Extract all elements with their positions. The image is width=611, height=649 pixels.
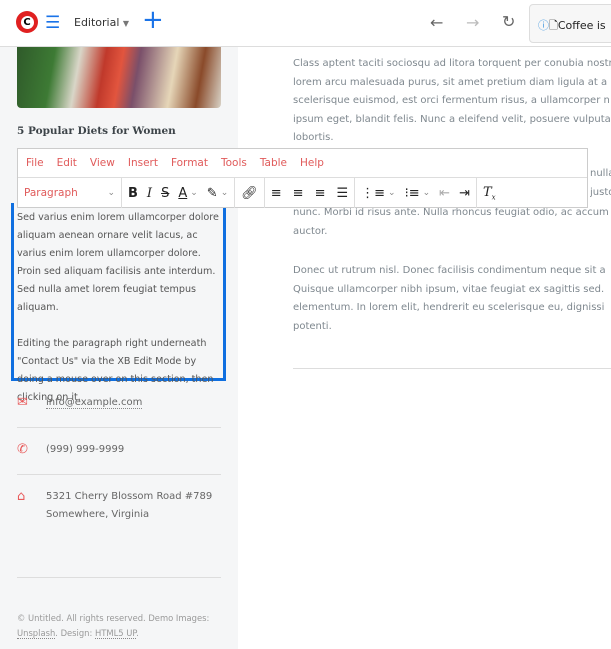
article-title[interactable]: 5 Popular Diets for Women: [17, 125, 176, 137]
site-select-label: Editorial: [74, 16, 120, 29]
indent-icon[interactable]: ⇥: [459, 186, 470, 201]
text-line: scelerisque euismod, est orci fermentum …: [293, 95, 610, 106]
menu-edit[interactable]: Edit: [57, 157, 77, 169]
clear-formatting-icon[interactable]: Tx: [483, 185, 496, 202]
text-line: Donec ut rutrum nisl. Donec facilisis co…: [293, 265, 606, 276]
highlight-icon[interactable]: ✎: [207, 186, 218, 201]
address-line: Somewhere, Virginia: [46, 509, 150, 520]
text-line: Quisque ullamcorper nibh ipsum, vitae fe…: [293, 283, 605, 295]
text-line: lobortis.: [293, 132, 334, 143]
site-select[interactable]: Editorial ▼: [74, 16, 129, 29]
text-line: nulla: [590, 168, 611, 179]
unsplash-link[interactable]: Unsplash: [17, 628, 56, 639]
divider: [17, 474, 221, 475]
email-link[interactable]: info@example.com: [46, 397, 143, 409]
text-color-icon[interactable]: A: [178, 186, 187, 201]
chevron-down-icon[interactable]: ⌄: [221, 188, 229, 198]
text-line: auctor.: [293, 225, 328, 237]
address-line: 5321 Cherry Blossom Road #789: [46, 491, 213, 502]
main-paragraph-hidden: nulla justo: [590, 165, 611, 202]
url-bar[interactable]: ⓘ🗋Coffee is: [529, 4, 611, 43]
home-icon: ⌂: [17, 489, 26, 504]
chevron-down-icon[interactable]: ⌄: [190, 188, 198, 198]
menu-view[interactable]: View: [90, 157, 115, 169]
url-text: Coffee is: [557, 19, 606, 32]
chevron-down-icon[interactable]: ⌄: [388, 188, 396, 198]
editor-menubar: File Edit View Insert Format Tools Table…: [18, 149, 587, 178]
contact-email: ✉ info@example.com: [17, 394, 221, 412]
paragraph: Sed varius enim lorem ullamcorper dolore…: [17, 212, 219, 313]
html5up-link[interactable]: HTML5 UP: [94, 628, 137, 639]
brand-logo[interactable]: C: [16, 11, 38, 33]
editable-paragraph[interactable]: Sed varius enim lorem ullamcorper dolore…: [11, 203, 226, 403]
article-image[interactable]: [17, 47, 221, 108]
envelope-icon: ✉: [17, 395, 28, 410]
bullet-list-icon[interactable]: ⁝≡: [405, 186, 420, 201]
top-bar: C ☰ Editorial ▼ + ← → ↻ ⓘ🗋Coffee is: [0, 0, 611, 47]
align-left-icon[interactable]: ≡: [271, 186, 282, 201]
link-icon[interactable]: 🔗︎: [241, 186, 258, 201]
menu-format[interactable]: Format: [171, 157, 208, 169]
horizontal-rule: [293, 368, 611, 369]
menu-insert[interactable]: Insert: [128, 157, 158, 169]
main-paragraph: Donec ut rutrum nisl. Donec facilisis co…: [293, 262, 611, 336]
menu-file[interactable]: File: [26, 157, 44, 169]
menu-table[interactable]: Table: [260, 157, 287, 169]
footer-text: .: [136, 628, 139, 638]
text-line: potenti.: [293, 320, 332, 332]
bold-icon[interactable]: B: [128, 186, 138, 201]
back-icon[interactable]: ←: [430, 13, 443, 32]
numbered-list-icon[interactable]: ⋮≡: [361, 186, 385, 201]
add-icon[interactable]: +: [142, 5, 164, 35]
main-paragraph: nunc. Morbi id risus ante. Nulla rhoncus…: [293, 204, 611, 241]
text-line: Class aptent taciti sociosqu ad litora t…: [293, 58, 611, 69]
info-icon: ⓘ: [538, 19, 549, 32]
block-format-select[interactable]: Paragraph ⌄: [18, 178, 122, 208]
phone-icon: ✆: [17, 442, 28, 457]
logo-letter: C: [20, 15, 34, 29]
align-right-icon[interactable]: ≡: [315, 186, 326, 201]
outdent-icon[interactable]: ⇤: [439, 186, 450, 201]
footer-copyright: © Untitled. All rights reserved. Demo Im…: [17, 611, 227, 641]
justify-icon[interactable]: ☰: [336, 186, 348, 201]
divider: [17, 427, 221, 428]
text-line: elementum. In lorem elit, hendrerit eu s…: [293, 302, 605, 313]
phone-text: (999) 999-9999: [46, 444, 125, 455]
caret-down-icon: ▼: [122, 19, 130, 28]
contact-address: ⌂ 5321 Cherry Blossom Road #789 Somewher…: [17, 488, 221, 524]
contact-phone: ✆ (999) 999-9999: [17, 441, 221, 459]
align-center-icon[interactable]: ≡: [293, 186, 304, 201]
chevron-down-icon: ⌄: [107, 188, 115, 198]
footer-text: © Untitled. All rights reserved. Demo Im…: [17, 613, 210, 623]
forward-icon[interactable]: →: [466, 13, 479, 32]
main-paragraph: Class aptent taciti sociosqu ad litora t…: [293, 55, 611, 148]
reload-icon[interactable]: ↻: [502, 12, 515, 31]
italic-icon[interactable]: I: [147, 186, 152, 201]
block-format-label: Paragraph: [24, 187, 78, 199]
text-line: ipsum eget, blandit felis. Nunc a eleife…: [293, 113, 611, 125]
text-line: lorem arcu malesuada purus, sit amet pre…: [293, 76, 608, 88]
menu-tools[interactable]: Tools: [221, 157, 247, 169]
menu-help[interactable]: Help: [300, 157, 324, 169]
divider: [17, 577, 221, 578]
page-icon: 🗋: [549, 19, 558, 32]
text-line: justo: [590, 186, 611, 198]
footer-text: . Design:: [55, 628, 95, 638]
chevron-down-icon[interactable]: ⌄: [423, 188, 431, 198]
rich-text-toolbar: File Edit View Insert Format Tools Table…: [17, 148, 588, 208]
strikethrough-icon[interactable]: S: [161, 186, 169, 201]
hamburger-menu-icon[interactable]: ☰: [45, 13, 60, 33]
